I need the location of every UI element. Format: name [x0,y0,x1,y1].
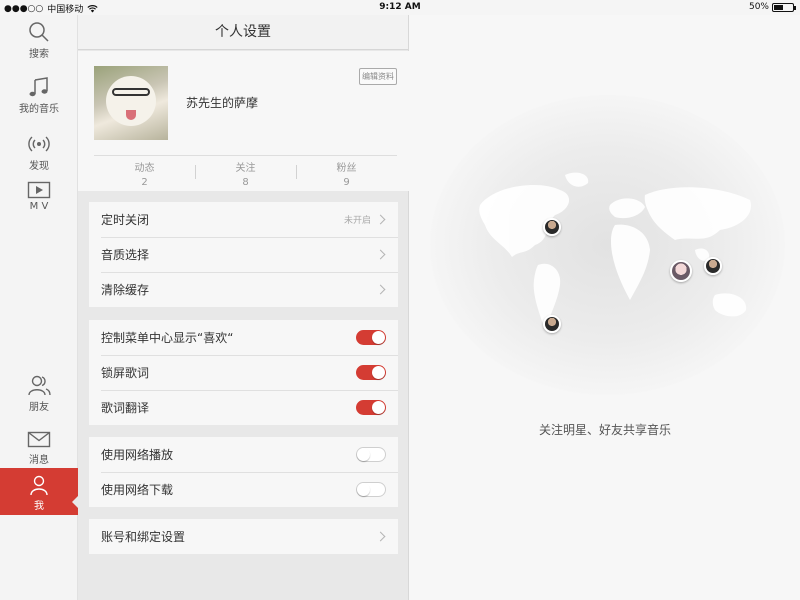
nav-item-my-music[interactable]: 我的音乐 [0,76,78,118]
setting-label: 歌词翻译 [101,401,150,415]
avatar[interactable] [94,66,168,140]
stat-value: 9 [343,177,350,188]
nav-item-label: 发现 [29,161,49,172]
toggle-switch[interactable] [356,330,386,345]
friends-icon [28,375,51,396]
settings-group-lyrics: 控制菜单中心显示“喜欢“ 锁屏歌词 歌词翻译 [89,320,398,425]
profile-stats: 动态 2 关注 8 粉丝 9 [94,155,397,189]
page-title: 个人设置 [78,15,408,50]
setting-control-center-like: 控制菜单中心显示“喜欢“ [89,320,398,355]
setting-label: 使用网络播放 [101,448,174,462]
play-icon [27,181,51,199]
user-icon [30,475,48,495]
stat-value: 8 [242,177,249,188]
friend-pin-na[interactable] [543,218,561,236]
edit-profile-button[interactable]: 编辑资料 [359,68,397,85]
chevron-right-icon [375,284,386,295]
sidebar-nav: 搜索 我的音乐 发现 M V 朋友 消息 我 [0,15,78,600]
friend-pin-asia[interactable] [670,260,692,282]
setting-label: 定时关闭 [101,213,150,227]
toggle-switch[interactable] [356,447,386,462]
toggle-knob [372,366,385,379]
nav-item-label: 我 [34,501,44,512]
setting-label: 使用网络下载 [101,483,174,497]
nav-item-search[interactable]: 搜索 [0,21,78,63]
setting-network-play: 使用网络播放 [89,437,398,472]
setting-label: 清除缓存 [101,283,150,297]
stat-label: 粉丝 [336,163,357,174]
friend-pin-east-asia[interactable] [704,257,722,275]
toggle-knob [372,331,385,344]
nav-item-mv[interactable]: M V [0,181,78,221]
nav-item-label: 朋友 [29,402,49,413]
setting-label: 锁屏歌词 [101,366,150,380]
stat-value: 2 [141,177,148,188]
battery-icon [772,2,796,12]
toggle-switch[interactable] [356,365,386,380]
setting-value: 未开启 [343,216,371,226]
nav-item-label: 消息 [29,455,49,466]
friend-pin-sa[interactable] [543,315,561,333]
setting-label: 账号和绑定设置 [101,530,186,544]
stat-label: 动态 [134,163,155,174]
nav-item-me[interactable]: 我 [0,468,78,515]
settings-panel: 个人设置 苏先生的萨摩 编辑资料 动态 2 关注 8 粉丝 9 定时关闭 未开启… [78,15,409,600]
setting-lyrics-translation: 歌词翻译 [89,390,398,425]
battery-percent: 50% [748,2,769,12]
setting-network-download: 使用网络下载 [89,472,398,507]
nav-item-label: M V [29,201,49,212]
setting-account-binding[interactable]: 账号和绑定设置 [89,519,398,554]
status-time: 9:12 AM [379,2,421,12]
setting-label: 控制菜单中心显示“喜欢“ [101,331,234,345]
mail-icon [27,431,51,448]
search-icon [29,22,49,42]
chevron-right-icon [375,214,386,225]
stat-following[interactable]: 关注 8 [195,156,296,189]
settings-group-playback: 定时关闭 未开启 音质选择 清除缓存 [89,202,398,307]
settings-group-network: 使用网络播放 使用网络下载 [89,437,398,507]
toggle-knob [372,401,385,414]
music-note-icon [29,77,48,97]
setting-lockscreen-lyrics: 锁屏歌词 [89,355,398,390]
avatar-glasses [112,88,150,96]
toggle-switch[interactable] [356,482,386,497]
toggle-switch[interactable] [356,400,386,415]
toggle-knob [357,448,370,461]
settings-group-account: 账号和绑定设置 [89,519,398,554]
broadcast-icon [28,136,50,152]
world-map [479,172,751,330]
map-caption: 关注明星、好友共享音乐 [538,423,671,437]
stat-posts[interactable]: 动态 2 [94,156,195,189]
toggle-knob [357,483,370,496]
friends-map-area: 关注明星、好友共享音乐 [410,15,800,600]
setting-label: 音质选择 [101,248,150,262]
stat-label: 关注 [235,163,256,174]
avatar-tongue [126,110,136,120]
setting-clear-cache[interactable]: 清除缓存 [89,272,398,307]
chevron-right-icon [375,531,386,542]
nav-item-label: 搜索 [29,49,49,60]
chevron-right-icon [375,249,386,260]
battery-fill [774,4,783,10]
nav-item-messages[interactable]: 消息 [0,431,78,471]
profile-name: 苏先生的萨摩 [186,96,259,110]
setting-audio-quality[interactable]: 音质选择 [89,237,398,272]
nav-item-discover[interactable]: 发现 [0,133,78,175]
stat-followers[interactable]: 粉丝 9 [296,156,397,189]
nav-item-label: 我的音乐 [19,104,59,115]
status-bar: ●●●○○ 中国移动 9:12 AM 50% [0,0,800,15]
nav-item-friends[interactable]: 朋友 [0,374,78,416]
setting-sleep-timer[interactable]: 定时关闭 未开启 [89,202,398,237]
profile-card: 苏先生的萨摩 编辑资料 动态 2 关注 8 粉丝 9 [78,51,409,191]
